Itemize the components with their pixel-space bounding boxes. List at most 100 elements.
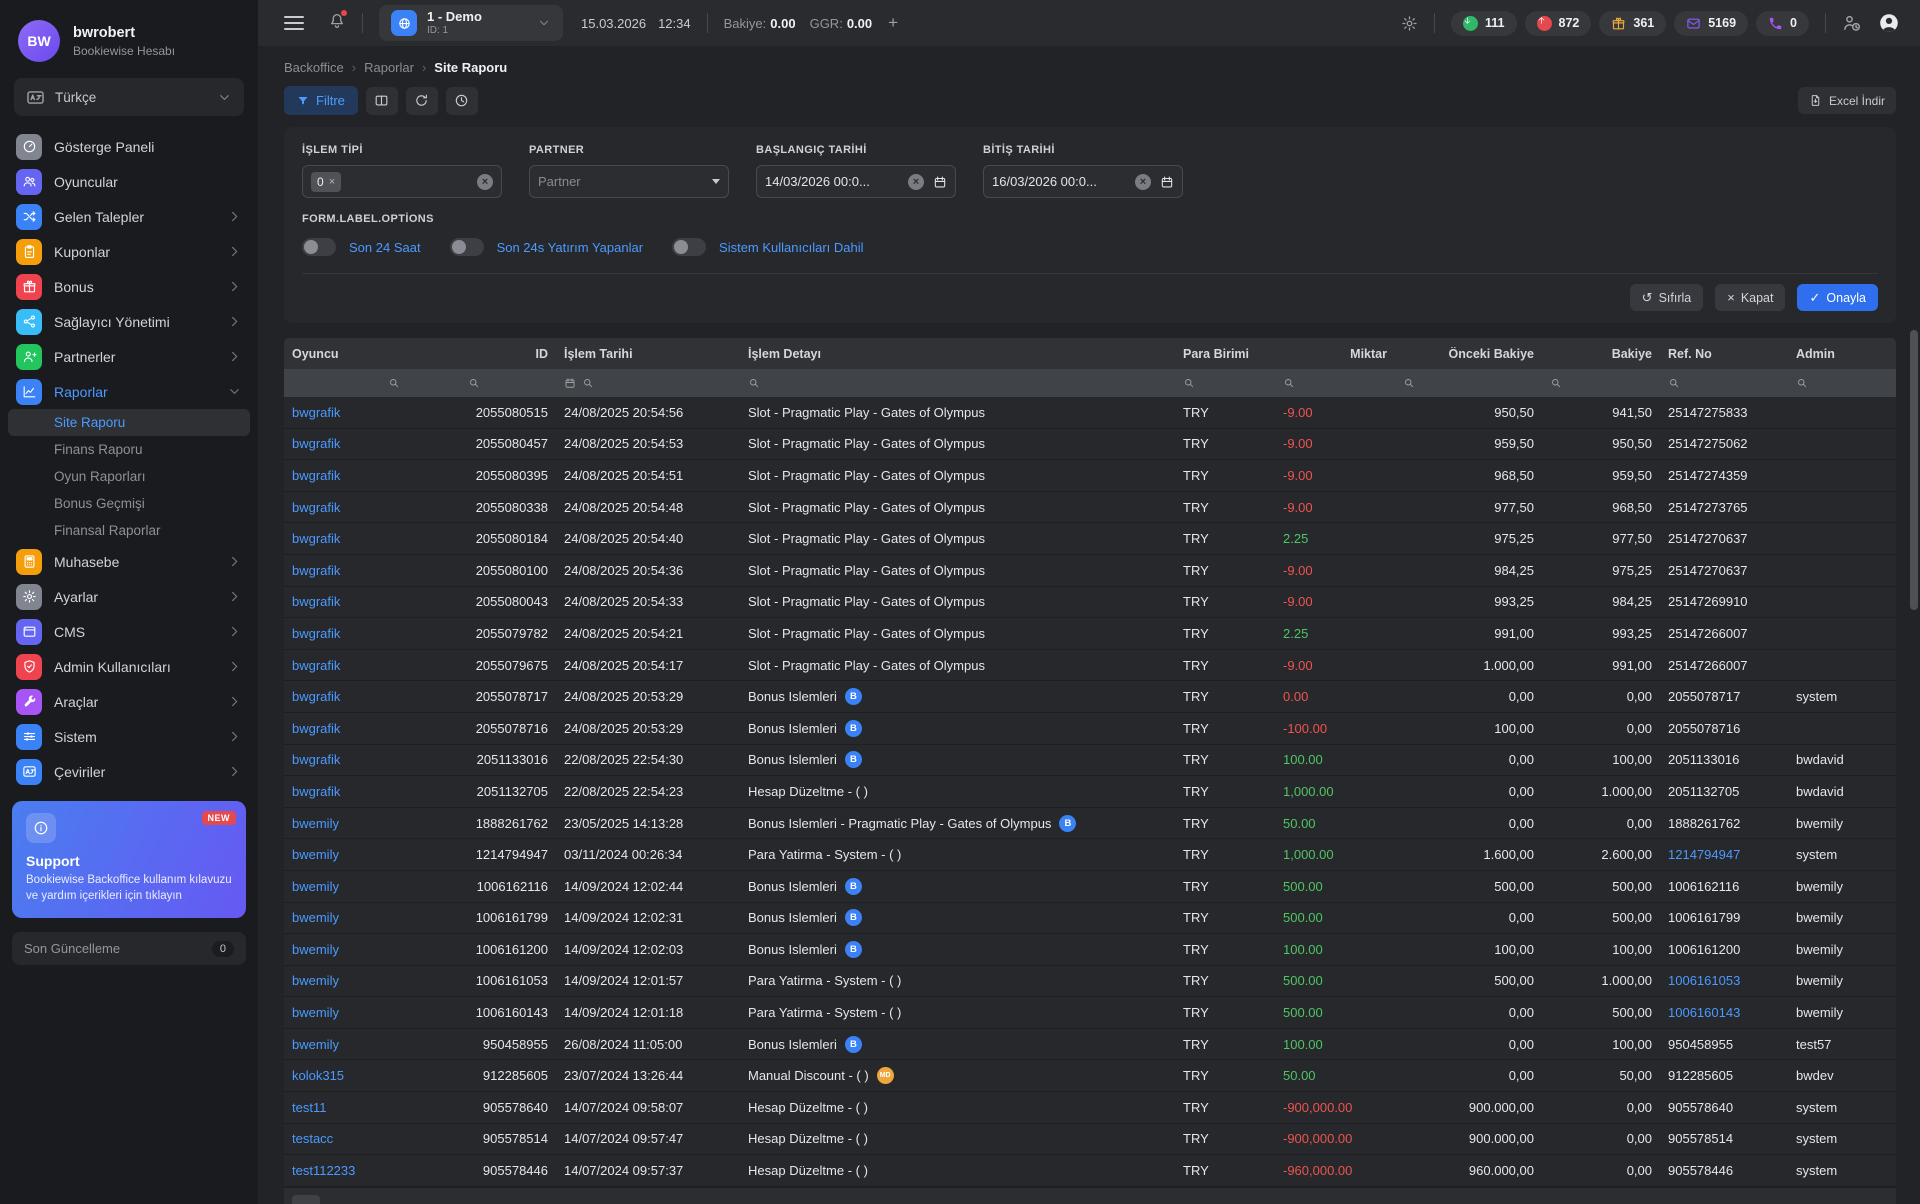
column-header-oyuncu[interactable]: Oyuncu	[284, 347, 460, 361]
pagination-button[interactable]	[292, 1195, 320, 1204]
sidebar-item--eviriler[interactable]: Çeviriler	[0, 754, 258, 789]
table-row[interactable]: bwgrafik205507871624/08/2025 20:53:29Bon…	[284, 713, 1896, 745]
sidebar-subitem-bonus-ge-mi-i[interactable]: Bonus Geçmişi	[8, 490, 250, 517]
table-row[interactable]: bwgrafik205508039524/08/2025 20:54:51Slo…	[284, 460, 1896, 492]
column-header-ref-no[interactable]: Ref. No	[1660, 347, 1788, 361]
table-row[interactable]: bwemily121479494703/11/2024 00:26:34Para…	[284, 839, 1896, 871]
player-link[interactable]: test11	[284, 1100, 460, 1115]
table-row[interactable]: bwemily100616120014/09/2024 12:02:03Bonu…	[284, 934, 1896, 966]
sidebar-item-admin-kullan-c-lar-[interactable]: Admin Kullanıcıları	[0, 649, 258, 684]
user-profile[interactable]: BW bwrobert Bookiewise Hesabı	[0, 0, 258, 78]
column-filter-oyuncu[interactable]	[284, 377, 460, 389]
player-link[interactable]: bwemily	[284, 847, 460, 862]
player-link[interactable]: kolok315	[284, 1068, 460, 1083]
column-header-bakiye[interactable]: Bakiye	[1542, 347, 1660, 361]
column-header-admin[interactable]: Admin	[1788, 347, 1896, 361]
player-link[interactable]: bwgrafik	[284, 658, 460, 673]
column-filter--nceki-bakiye[interactable]	[1395, 377, 1542, 389]
player-link[interactable]: bwgrafik	[284, 405, 460, 420]
toggle-sistem-kullan-c-lar-dahil[interactable]: Sistem Kullanıcıları Dahil	[672, 238, 864, 256]
player-link[interactable]: bwgrafik	[284, 500, 460, 515]
close-button[interactable]: × Kapat	[1715, 284, 1785, 311]
clear-icon[interactable]: ×	[908, 174, 924, 190]
end-date-input[interactable]: 16/03/2026 00:0... ×	[983, 165, 1183, 198]
column-header-i-lem-detay-[interactable]: İşlem Detayı	[740, 347, 1175, 361]
sidebar-item-cms[interactable]: CMS	[0, 614, 258, 649]
table-row[interactable]: bwemily100616014314/09/2024 12:01:18Para…	[284, 997, 1896, 1029]
calendar-icon[interactable]	[933, 175, 947, 189]
toggle-son-24-saat[interactable]: Son 24 Saat	[302, 238, 421, 256]
sidebar-item-kuponlar[interactable]: Kuponlar	[0, 234, 258, 269]
sidebar-item-g-sterge-paneli[interactable]: Gösterge Paneli	[0, 129, 258, 164]
add-button[interactable]: +	[888, 13, 898, 33]
sidebar-item-sistem[interactable]: Sistem	[0, 719, 258, 754]
account-avatar-icon[interactable]	[1878, 12, 1900, 34]
table-row[interactable]: kolok31591228560523/07/2024 13:26:44Manu…	[284, 1060, 1896, 1092]
ref-no[interactable]: 1006160143	[1660, 1005, 1788, 1020]
table-row[interactable]: bwgrafik205507871724/08/2025 20:53:29Bon…	[284, 681, 1896, 713]
columns-button[interactable]	[366, 87, 398, 115]
sidebar-item-partnerler[interactable]: Partnerler	[0, 339, 258, 374]
player-link[interactable]: testacc	[284, 1131, 460, 1146]
table-row[interactable]: testacc90557851414/07/2024 09:57:47Hesap…	[284, 1124, 1896, 1156]
table-row[interactable]: bwgrafik205508033824/08/2025 20:54:48Slo…	[284, 492, 1896, 524]
scrollbar-thumb[interactable]	[1910, 330, 1918, 610]
excel-export-button[interactable]: Excel İndir	[1798, 87, 1896, 114]
player-link[interactable]: bwgrafik	[284, 752, 460, 767]
column-filter-para-birimi[interactable]	[1175, 377, 1275, 389]
calendar-icon[interactable]	[1160, 175, 1174, 189]
player-link[interactable]: bwemily	[284, 1037, 460, 1052]
column-filter-i-lem-tarihi[interactable]	[556, 377, 740, 389]
table-row[interactable]: bwgrafik205508018424/08/2025 20:54:40Slo…	[284, 523, 1896, 555]
breadcrumb-item[interactable]: Raporlar	[364, 60, 414, 75]
player-link[interactable]: bwemily	[284, 942, 460, 957]
sidebar-item-oyuncular[interactable]: Oyuncular	[0, 164, 258, 199]
player-link[interactable]: bwgrafik	[284, 468, 460, 483]
breadcrumb-item[interactable]: Backoffice	[284, 60, 344, 75]
filter-button[interactable]: Filtre	[284, 86, 358, 115]
player-link[interactable]: bwemily	[284, 910, 460, 925]
user-activity-icon[interactable]	[1842, 13, 1862, 33]
ref-no[interactable]: 1214794947	[1660, 847, 1788, 862]
start-date-input[interactable]: 14/03/2026 00:0... ×	[756, 165, 956, 198]
table-row[interactable]: bwemily100616179914/09/2024 12:02:31Bonu…	[284, 903, 1896, 935]
column-filter-id[interactable]	[460, 377, 556, 389]
player-link[interactable]: test112233	[284, 1163, 460, 1178]
history-button[interactable]	[446, 87, 478, 115]
islem-tipi-input[interactable]: 0 × ×	[302, 165, 502, 198]
table-row[interactable]: test11223390557844614/07/2024 09:57:37He…	[284, 1155, 1896, 1187]
sidebar-item-muhasebe[interactable]: Muhasebe	[0, 544, 258, 579]
stat-badge-messages[interactable]: 5169	[1674, 11, 1748, 36]
sidebar-subitem-oyun-raporlar-[interactable]: Oyun Raporları	[8, 463, 250, 490]
player-link[interactable]: bwgrafik	[284, 689, 460, 704]
table-row[interactable]: bwgrafik205508051524/08/2025 20:54:56Slo…	[284, 397, 1896, 429]
table-row[interactable]: bwgrafik205507978224/08/2025 20:54:21Slo…	[284, 618, 1896, 650]
stat-badge-deposits[interactable]: 111	[1451, 11, 1516, 36]
table-row[interactable]: bwemily95045895526/08/2024 11:05:00Bonus…	[284, 1029, 1896, 1061]
tag-remove-icon[interactable]: ×	[329, 176, 335, 188]
stat-badge-withdrawals[interactable]: 872	[1525, 11, 1592, 36]
player-link[interactable]: bwgrafik	[284, 784, 460, 799]
stat-badge-bonuses[interactable]: 361	[1599, 11, 1666, 36]
toggle-son-24s-yat-r-m-yapanlar[interactable]: Son 24s Yatırım Yapanlar	[450, 238, 643, 256]
site-selector[interactable]: 1 - Demo ID: 1	[379, 5, 563, 41]
sidebar-subitem-site-raporu[interactable]: Site Raporu	[8, 409, 250, 436]
player-link[interactable]: bwemily	[284, 879, 460, 894]
sidebar-item-bonus[interactable]: Bonus	[0, 269, 258, 304]
settings-gear-icon[interactable]	[1401, 15, 1418, 32]
support-card[interactable]: NEW Support Bookiewise Backoffice kullan…	[12, 801, 246, 918]
sidebar-item-raporlar[interactable]: Raporlar	[0, 374, 258, 409]
player-link[interactable]: bwemily	[284, 816, 460, 831]
table-row[interactable]: test1190557864014/07/2024 09:58:07Hesap …	[284, 1092, 1896, 1124]
player-link[interactable]: bwemily	[284, 1005, 460, 1020]
last-update-row[interactable]: Son Güncelleme 0	[12, 932, 246, 965]
partner-select[interactable]: Partner	[529, 165, 729, 198]
table-row[interactable]: bwgrafik205508004324/08/2025 20:54:33Slo…	[284, 587, 1896, 619]
clear-icon[interactable]: ×	[1135, 174, 1151, 190]
sidebar-item-gelen-talepler[interactable]: Gelen Talepler	[0, 199, 258, 234]
sidebar-item-ayarlar[interactable]: Ayarlar	[0, 579, 258, 614]
table-row[interactable]: bwemily100616211614/09/2024 12:02:44Bonu…	[284, 871, 1896, 903]
refresh-button[interactable]	[406, 87, 438, 115]
player-link[interactable]: bwgrafik	[284, 563, 460, 578]
player-link[interactable]: bwemily	[284, 973, 460, 988]
